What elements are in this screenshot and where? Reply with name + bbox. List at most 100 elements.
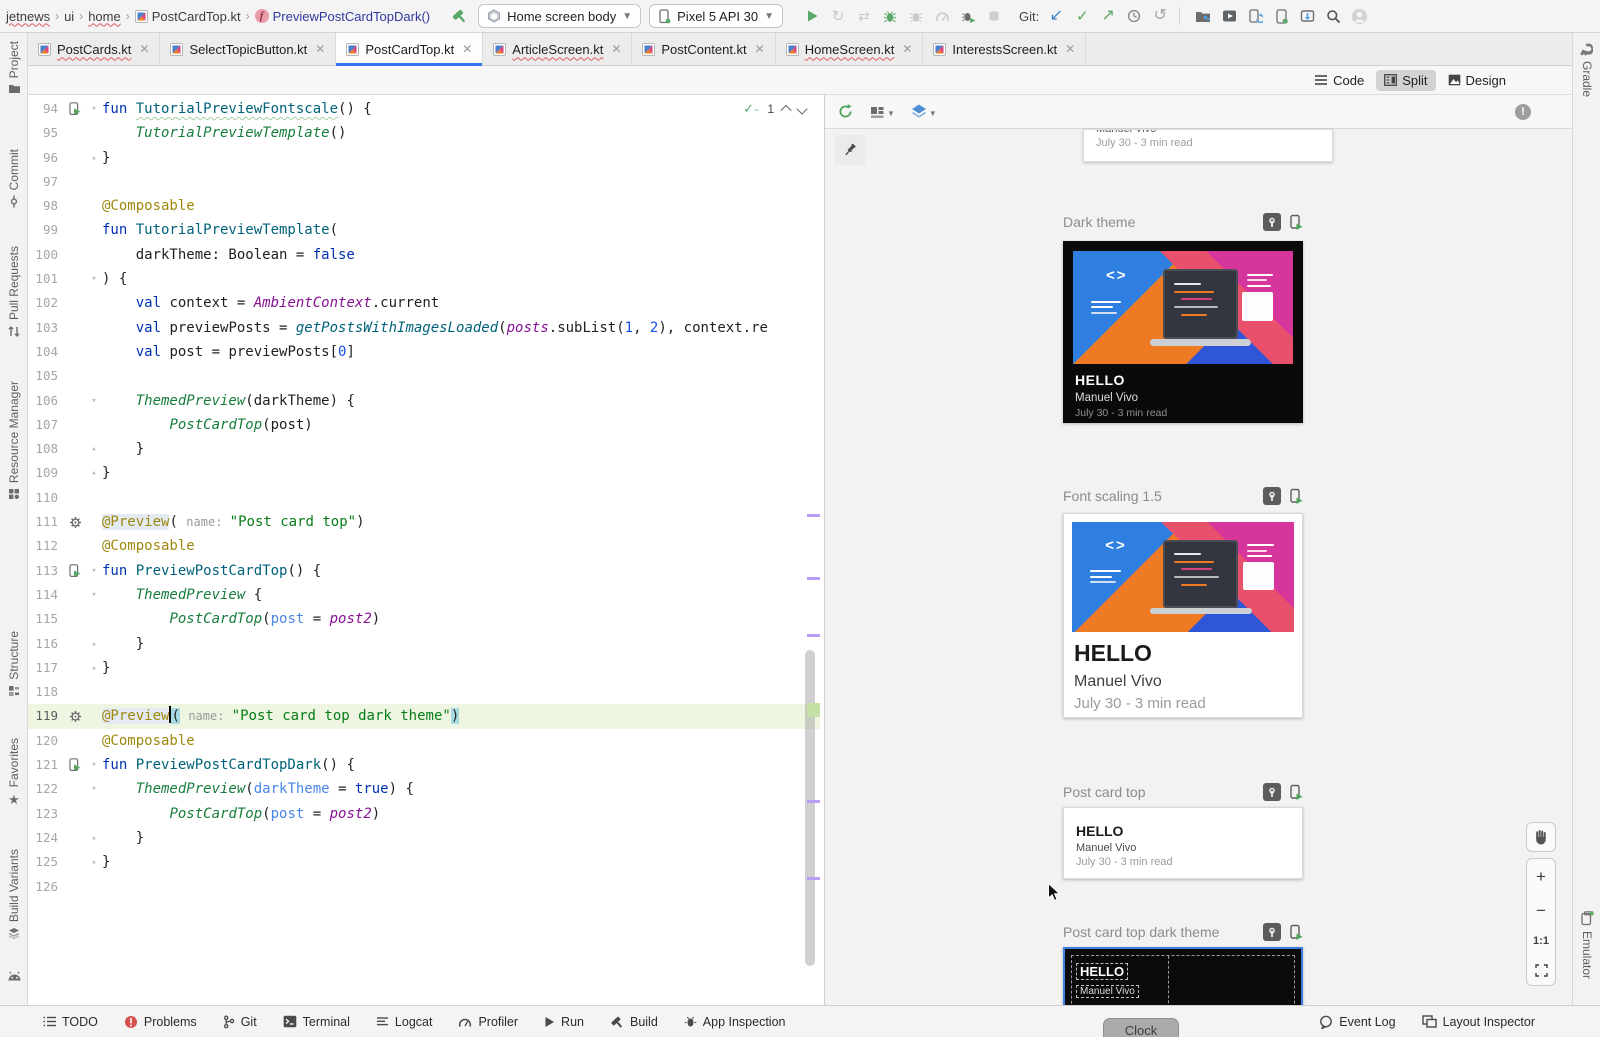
pin-preview-icon[interactable] <box>835 135 865 165</box>
status-item-todo[interactable]: TODO <box>30 1015 111 1029</box>
run-preview-on-device-icon[interactable] <box>1289 924 1303 940</box>
close-tab-icon[interactable]: ✕ <box>315 42 325 56</box>
status-item-event-log[interactable]: Event Log <box>1306 1015 1408 1029</box>
notification-icon[interactable]: ! <box>1515 104 1531 120</box>
fold-marker[interactable]: ▴ <box>86 850 102 874</box>
fold-marker[interactable]: ▴ <box>86 146 102 170</box>
tab-articlescreen-kt[interactable]: ArticleScreen.kt✕ <box>483 33 632 65</box>
tool-window-button-emulator[interactable]: Emulator <box>1573 911 1600 979</box>
code-line-97[interactable]: 97 <box>28 170 820 194</box>
fold-marker[interactable]: ▾ <box>86 583 102 607</box>
code-line-105[interactable]: 105 <box>28 364 820 388</box>
apply-changes-icon[interactable]: ↻ <box>827 5 849 27</box>
running-devices-icon[interactable] <box>1270 5 1292 27</box>
preview-card-post-card-top-dark-theme[interactable]: HELLOManuel Vivo <box>1063 947 1303 1005</box>
close-tab-icon[interactable]: ✕ <box>611 42 621 56</box>
fold-marker[interactable]: ▾ <box>86 753 102 777</box>
fold-marker[interactable]: ▴ <box>86 656 102 680</box>
fold-marker[interactable]: ▴ <box>86 437 102 461</box>
code-line-111[interactable]: 111@Preview( name: "Post card top") <box>28 510 820 534</box>
code-line-122[interactable]: 122▾ ThemedPreview(darkTheme = true) { <box>28 777 820 801</box>
code-line-123[interactable]: 123 PostCardTop(post = post2) <box>28 802 820 826</box>
preview-card-font-scaling-1-5[interactable]: <>HELLOManuel VivoJuly 30 - 3 min read <box>1063 513 1303 718</box>
status-item-run[interactable]: Run <box>531 1015 597 1029</box>
fold-marker[interactable]: ▾ <box>86 97 102 121</box>
interactive-mode-icon[interactable] <box>1263 783 1281 801</box>
status-item-layout-inspector[interactable]: Layout Inspector <box>1409 1015 1548 1029</box>
interactive-mode-icon[interactable] <box>1263 213 1281 231</box>
status-item-app-inspection[interactable]: App Inspection <box>671 1015 799 1029</box>
push-icon[interactable]: ↗ <box>1097 5 1119 27</box>
tool-window-button-project[interactable]: Project <box>0 41 28 94</box>
layers-icon[interactable]: ▼ <box>911 104 937 119</box>
close-tab-icon[interactable]: ✕ <box>1065 42 1075 56</box>
code-line-116[interactable]: 116▴ } <box>28 632 820 656</box>
code-line-113[interactable]: 113▾fun PreviewPostCardTop() { <box>28 559 820 583</box>
code-line-125[interactable]: 125▴} <box>28 850 820 874</box>
zoom-out-button[interactable]: − <box>1536 902 1546 919</box>
fold-marker[interactable]: ▾ <box>86 777 102 801</box>
rollback-icon[interactable]: ↺ <box>1149 5 1171 27</box>
code-line-103[interactable]: 103 val previewPosts = getPostsWithImage… <box>28 316 820 340</box>
breadcrumb-item[interactable]: fPreviewPostCardTopDark() <box>255 9 431 24</box>
next-issue-icon[interactable] <box>796 103 807 114</box>
code-line-101[interactable]: 101▾) { <box>28 267 820 291</box>
tool-window-button-commit[interactable]: Commit <box>0 149 28 208</box>
code-line-100[interactable]: 100 darkTheme: Boolean = false <box>28 243 820 267</box>
code-line-115[interactable]: 115 PostCardTop(post = post2) <box>28 607 820 631</box>
code-line-108[interactable]: 108▴ } <box>28 437 820 461</box>
breadcrumb-item[interactable]: jetnews <box>6 9 50 24</box>
search-everywhere-icon[interactable] <box>1322 5 1344 27</box>
close-tab-icon[interactable]: ✕ <box>139 42 149 56</box>
device-manager-icon[interactable] <box>1218 5 1240 27</box>
preview-card-post-card-top[interactable]: HELLOManuel VivoJuly 30 - 3 min read <box>1063 807 1303 879</box>
device-select[interactable]: Pixel 5 API 30 ▼ <box>649 4 783 28</box>
debug-icon[interactable] <box>879 5 901 27</box>
change-stripe-mark[interactable] <box>807 577 820 580</box>
gutter-gear-icon[interactable] <box>69 710 82 723</box>
code-line-118[interactable]: 118 <box>28 680 820 704</box>
tab-postcontent-kt[interactable]: PostContent.kt✕ <box>632 33 775 65</box>
update-project-icon[interactable]: ↙ <box>1045 5 1067 27</box>
gutter-run-icon[interactable] <box>69 758 81 772</box>
gutter-gear-icon[interactable] <box>69 516 82 529</box>
status-item-profiler[interactable]: Profiler <box>445 1015 531 1029</box>
gutter-run-icon[interactable] <box>69 564 81 578</box>
preview-card-partial[interactable]: Manuel Vivo July 30 - 3 min read <box>1083 129 1333 162</box>
code-line-124[interactable]: 124▴ } <box>28 826 820 850</box>
run-icon[interactable] <box>801 5 823 27</box>
profiler-icon[interactable] <box>931 5 953 27</box>
profile-avatar-icon[interactable] <box>1348 5 1370 27</box>
code-line-106[interactable]: 106▾ ThemedPreview(darkTheme) { <box>28 389 820 413</box>
status-item-logcat[interactable]: Logcat <box>363 1015 446 1029</box>
tool-window-button-favorites[interactable]: Favorites★ <box>0 738 28 808</box>
sdk-manager-icon[interactable] <box>1296 5 1318 27</box>
fold-marker[interactable]: ▾ <box>86 267 102 291</box>
code-line-121[interactable]: 121▾fun PreviewPostCardTopDark() { <box>28 753 820 777</box>
code-line-98[interactable]: 98@Composable <box>28 194 820 218</box>
zoom-to-fit-button[interactable] <box>1535 964 1548 977</box>
run-preview-on-device-icon[interactable] <box>1289 488 1303 504</box>
preview-card-dark-theme[interactable]: <>HELLOManuel VivoJuly 30 - 3 min read <box>1063 241 1303 423</box>
code-line-117[interactable]: 117▴} <box>28 656 820 680</box>
fold-marker[interactable]: ▾ <box>86 559 102 583</box>
code-line-96[interactable]: 96▴} <box>28 146 820 170</box>
code-line-99[interactable]: 99fun TutorialPreviewTemplate( <box>28 218 820 242</box>
editor-scrollbar[interactable] <box>805 650 815 966</box>
prev-issue-icon[interactable] <box>780 105 791 116</box>
close-tab-icon[interactable]: ✕ <box>755 42 765 56</box>
code-line-94[interactable]: 94▾fun TutorialPreviewFontscale() { <box>28 97 820 121</box>
stop-icon[interactable] <box>983 5 1005 27</box>
code-line-109[interactable]: 109▴} <box>28 461 820 485</box>
run-preview-on-device-icon[interactable] <box>1289 784 1303 800</box>
fold-marker[interactable]: ▾ <box>86 389 102 413</box>
view-mode-code[interactable]: Code <box>1306 70 1372 91</box>
change-stripe-mark[interactable] <box>807 800 820 803</box>
tab-postcardtop-kt[interactable]: PostCardTop.kt✕ <box>336 33 483 65</box>
refresh-preview-icon[interactable] <box>837 103 854 120</box>
close-tab-icon[interactable]: ✕ <box>902 42 912 56</box>
interactive-mode-icon[interactable] <box>1263 923 1281 941</box>
breadcrumb-item[interactable]: home <box>88 9 121 24</box>
commit-icon[interactable]: ✓ <box>1071 5 1093 27</box>
tool-window-button-structure[interactable]: Structure <box>0 631 28 697</box>
